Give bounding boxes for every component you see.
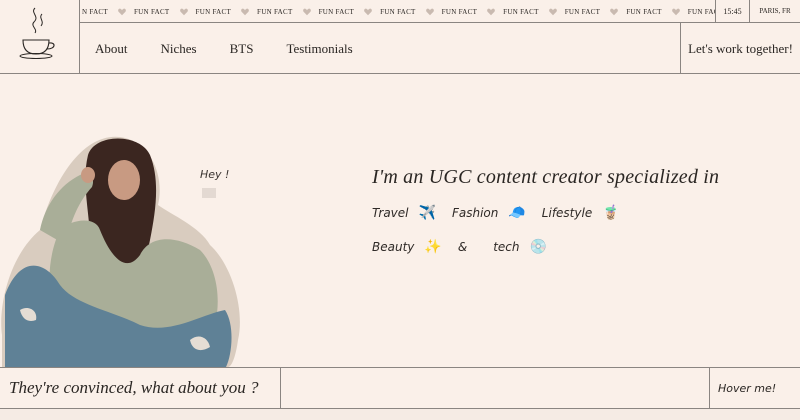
main-nav: About Niches BTS Testimonials [80, 23, 680, 74]
sparkles-icon: ✨ [424, 239, 442, 255]
niche-tech: tech [493, 240, 520, 254]
heart-icon [302, 8, 311, 15]
ticker-text: FUN FACT [564, 7, 601, 16]
heart-icon [671, 8, 680, 15]
airplane-icon: ✈️ [418, 205, 436, 221]
heart-icon [610, 8, 619, 15]
niche-fashion: Fashion [451, 206, 499, 220]
logo[interactable] [0, 0, 80, 74]
heart-icon [548, 8, 557, 15]
ticker-text: FUN FACT [257, 7, 293, 16]
cap-icon: 🧢 [508, 205, 526, 221]
nav-about[interactable]: About [95, 41, 128, 57]
ticker-text: FUN FACT [626, 7, 662, 16]
ticker-item: FUN FACT [503, 8, 557, 16]
heart-icon [425, 8, 434, 15]
footer-strip [0, 409, 800, 420]
bubble-tea-icon: 🧋 [602, 205, 620, 221]
convinced-text: They're convinced, what about you ? [0, 368, 281, 408]
ticker-text: FUN FACT [687, 7, 715, 16]
niche-lifestyle: Lifestyle [541, 206, 593, 220]
ampersand: & [457, 240, 468, 254]
niche-travel: Travel [372, 206, 409, 220]
greeting-text: Hey ! [200, 168, 230, 181]
ticker-text: FUN FACT [380, 7, 416, 16]
heart-icon [364, 8, 372, 15]
heart-icon [487, 8, 496, 15]
ticker-text: FUN FACT [318, 7, 355, 16]
disc-icon: 💿 [529, 239, 547, 255]
nav-niches[interactable]: Niches [161, 41, 197, 57]
typing-cursor [202, 188, 216, 198]
niche-beauty: Beauty [372, 240, 415, 254]
location: PARIS, FR [750, 0, 800, 23]
ticker-item: FUN FACT [196, 8, 250, 16]
ticker-text: N FACT [82, 7, 108, 16]
ticker-item: FUN FACT [134, 8, 188, 16]
fun-fact-ticker: N FACT FUN FACT FUN FACT FUN FACT FUN FACT FU… [80, 0, 716, 23]
hero-headline: I'm an UGC content creator specialized i… [372, 166, 720, 188]
ticker-item: FUN FACT [565, 8, 619, 16]
ticker-item: N FACT [82, 8, 126, 16]
niches-row-1: Travel ✈️ Fashion 🧢 Lifestyle 🧋 [372, 205, 636, 221]
heart-icon [241, 8, 249, 15]
ticker-item: FUN FACT [687, 7, 715, 16]
work-together-button[interactable]: Let's work together! [680, 23, 800, 74]
ticker-text: FUN FACT [503, 7, 539, 16]
ticker-item: FUN FACT [257, 8, 311, 16]
top-bar: N FACT FUN FACT FUN FACT FUN FACT FUN FACT FU… [0, 0, 800, 74]
ticker-item: FUN FACT [380, 8, 434, 16]
ticker-item: FUN FACT [319, 8, 373, 16]
hover-me-button[interactable]: Hover me! [709, 368, 800, 408]
contact-input[interactable] [281, 368, 709, 408]
nav-testimonials[interactable]: Testimonials [286, 41, 352, 57]
coffee-cup-icon [19, 7, 55, 59]
nav-bts[interactable]: BTS [230, 41, 254, 57]
heart-icon [118, 8, 126, 15]
ticker-text: FUN FACT [441, 7, 478, 16]
heart-icon [179, 8, 188, 15]
ticker-item: FUN FACT [626, 8, 680, 16]
ticker-text: FUN FACT [133, 7, 170, 16]
ticker-text: FUN FACT [195, 7, 232, 16]
bottom-bar: They're convinced, what about you ? Hove… [0, 367, 800, 409]
local-time: 15:45 [716, 0, 750, 23]
ticker-item: FUN FACT [442, 8, 496, 16]
niches-row-2: Beauty ✨ & tech 💿 [372, 239, 563, 255]
